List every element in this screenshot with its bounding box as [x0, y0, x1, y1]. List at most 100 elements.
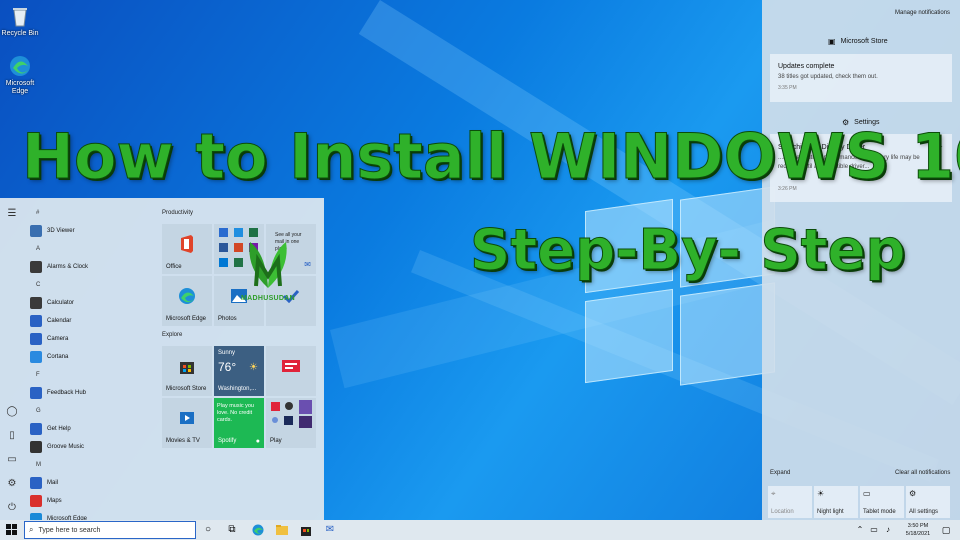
quick-action-tablet-mode[interactable]: ▭ Tablet mode — [860, 486, 904, 518]
app-icon — [30, 297, 42, 309]
desktop-icon-label: Microsoft Edge — [5, 80, 35, 95]
notification-app-name: Microsoft Store — [840, 38, 888, 45]
tile-store[interactable]: Microsoft Store — [162, 346, 212, 396]
app-icon — [30, 351, 42, 363]
quick-action-label: Night light — [817, 509, 844, 515]
app-list-item[interactable]: Camera — [30, 330, 155, 348]
quick-action-location[interactable]: ⌖ Location — [768, 486, 812, 518]
app-list-label: Get Help — [47, 426, 71, 432]
weather-icon: ☀ — [249, 362, 258, 373]
app-list-item[interactable]: Get Help — [30, 420, 155, 438]
app-list-item[interactable]: Calendar — [30, 312, 155, 330]
app-list-letter[interactable]: A — [30, 240, 155, 258]
task-view-icon[interactable]: ⧉ — [226, 524, 238, 536]
tile-label: Spotify — [218, 438, 237, 444]
app-list: #3D Viewer A Alarms & Clock C Calculator Cale… — [30, 204, 155, 528]
tile-edge[interactable]: Microsoft Edge — [162, 276, 212, 326]
notification-store[interactable]: Updates complete 38 titles got updated, … — [770, 54, 952, 102]
network-icon[interactable]: ▭ — [868, 524, 880, 536]
cortana-icon[interactable]: ○ — [202, 524, 214, 536]
app-list-letter[interactable]: G — [30, 402, 155, 420]
app-list-item[interactable]: Feedback Hub — [30, 384, 155, 402]
app-list-letter[interactable]: # — [30, 204, 155, 222]
leaf-logo-icon — [249, 242, 287, 288]
app-list-label: Maps — [47, 498, 62, 504]
tile-weather[interactable]: Sunny 76° ☀ Washington,... — [214, 346, 264, 396]
overlay-title-line2: Step-By- Step — [470, 218, 907, 284]
app-list-letter[interactable]: F — [30, 366, 155, 384]
mail-icon[interactable]: ✉ — [324, 524, 336, 536]
notification-body: 38 titles got updated, check them out. — [778, 74, 878, 80]
store-icon[interactable] — [300, 524, 312, 536]
manage-notifications-link[interactable]: Manage notifications — [895, 10, 950, 16]
volume-icon[interactable]: ♪ — [882, 524, 894, 536]
app-icon — [30, 333, 42, 345]
office-icon — [179, 235, 195, 255]
desktop-icon-edge[interactable]: Microsoft Edge — [0, 54, 40, 96]
night-light-icon: ☀ — [817, 489, 825, 498]
watermark-text: MADHUSUDAN — [241, 295, 295, 302]
tile-spotify[interactable]: Play music you love. No credit cards. Sp… — [214, 398, 264, 448]
windows-start-icon[interactable] — [6, 524, 18, 536]
weather-condition: Sunny — [218, 350, 236, 356]
app-list-item[interactable]: Groove Music — [30, 438, 155, 456]
clear-all-link[interactable]: Clear all notifications — [895, 470, 950, 476]
store-icon: ▣ — [828, 37, 836, 46]
notification-center-icon[interactable]: ▢ — [940, 524, 952, 536]
app-list-item[interactable]: 3D Viewer — [30, 222, 155, 240]
clock-date: 5/18/2021 — [905, 531, 931, 537]
tile-news[interactable] — [266, 346, 316, 396]
overlay-title-line1: How to Install WINDOWS 10 — [21, 120, 960, 194]
app-list-item[interactable]: Alarms & Clock — [30, 258, 155, 276]
desktop-icon-recycle-bin[interactable]: Recycle Bin — [0, 4, 40, 38]
weather-temp: 76° — [218, 360, 237, 374]
app-icon — [30, 315, 42, 327]
documents-icon[interactable]: ▯ — [6, 430, 18, 442]
quick-action-label: Tablet mode — [863, 509, 896, 515]
play-games-icon — [271, 400, 312, 428]
quick-action-night-light[interactable]: ☀ Night light — [814, 486, 858, 518]
app-list-letter[interactable]: M — [30, 456, 155, 474]
file-explorer-icon[interactable] — [276, 524, 288, 536]
app-list-label: Calculator — [47, 300, 75, 306]
tile-movies[interactable]: Movies & TV — [162, 398, 212, 448]
recycle-bin-icon — [8, 4, 32, 28]
spotify-icon: ● — [255, 438, 260, 445]
user-icon[interactable]: ◯ — [6, 406, 18, 418]
spotify-promo: Play music you love. No credit cards. — [217, 403, 254, 423]
tile-play[interactable]: Play — [266, 398, 316, 448]
app-list-item[interactable]: Maps — [30, 492, 155, 510]
quick-action-label: All settings — [909, 509, 939, 515]
taskbar-clock[interactable]: 3:50 PM 5/18/2021 — [898, 522, 938, 538]
windows-logo-wallpaper — [585, 185, 775, 390]
tile-office[interactable]: Office — [162, 224, 212, 274]
pictures-icon[interactable]: ▭ — [6, 454, 18, 466]
search-placeholder: Type here to search — [38, 526, 101, 534]
gear-icon: ⚙ — [909, 489, 917, 498]
edge-icon[interactable] — [252, 524, 264, 536]
start-rail: ☰ ◯ ▯ ▭ ⚙ ⏻ — [0, 198, 24, 520]
edge-icon — [178, 287, 196, 307]
app-list-label: Groove Music — [47, 444, 85, 450]
notification-group-store: ▣ Microsoft Store — [828, 37, 888, 46]
settings-icon[interactable]: ⚙ — [6, 478, 18, 490]
tile-label: Photos — [218, 316, 237, 322]
app-list-item[interactable]: Calculator — [30, 294, 155, 312]
app-icon — [30, 495, 42, 507]
app-list-label: Camera — [47, 336, 69, 342]
hamburger-icon[interactable]: ☰ — [6, 208, 18, 220]
expand-link[interactable]: Expand — [770, 470, 790, 476]
app-list-item[interactable]: Mail — [30, 474, 155, 492]
taskbar-search[interactable]: ⌕ Type here to search — [24, 521, 196, 539]
app-list-label: Mail — [47, 480, 59, 486]
chevron-up-icon[interactable]: ⌃ — [854, 524, 866, 536]
app-list-letter[interactable]: C — [30, 276, 155, 294]
quick-action-all-settings[interactable]: ⚙ All settings — [906, 486, 950, 518]
movies-icon — [179, 410, 195, 428]
news-icon — [282, 360, 300, 374]
watermark-logo: MADHUSUDAN — [236, 238, 300, 308]
app-icon — [30, 441, 42, 453]
power-icon[interactable]: ⏻ — [6, 502, 18, 514]
location-icon: ⌖ — [771, 489, 776, 498]
app-list-item[interactable]: Cortana — [30, 348, 155, 366]
